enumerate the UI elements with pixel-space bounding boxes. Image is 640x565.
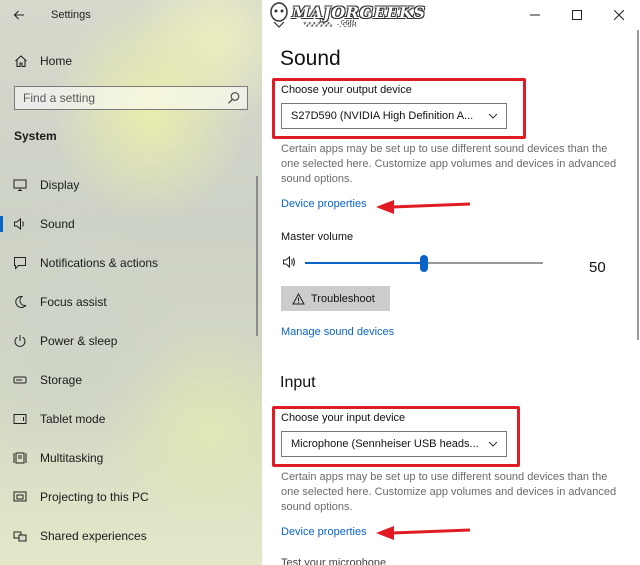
master-volume-label: Master volume: [281, 231, 354, 243]
test-microphone-label: Test your microphone: [281, 557, 387, 565]
red-arrow-icon: [376, 526, 471, 540]
page-title: Sound: [280, 47, 341, 70]
sidebar-item-projecting[interactable]: Projecting to this PC: [0, 477, 262, 516]
sidebar-item-label: Focus assist: [40, 294, 107, 309]
sidebar-item-label: Home: [40, 54, 73, 68]
sidebar-nav: Display Sound Notifications & actions Fo…: [0, 165, 262, 555]
sidebar-item-storage[interactable]: Storage: [0, 360, 262, 399]
title-bar: Settings: [0, 0, 262, 30]
multitasking-icon: [13, 451, 27, 465]
output-description: Certain apps may be set up to use differ…: [281, 143, 617, 185]
speaker-icon: [13, 217, 27, 231]
input-description: Certain apps may be set up to use differ…: [281, 471, 617, 513]
projecting-icon: [13, 490, 27, 504]
sidebar-item-shared-experiences[interactable]: Shared experiences: [0, 516, 262, 555]
highlight-box: [272, 78, 526, 139]
sidebar-item-label: Notifications & actions: [40, 255, 159, 270]
sidebar-scrollbar[interactable]: [256, 176, 258, 336]
search-icon[interactable]: [227, 91, 241, 105]
sidebar-item-home[interactable]: Home: [0, 48, 262, 74]
sidebar-item-label: Multitasking: [40, 450, 104, 465]
shared-icon: [13, 529, 27, 543]
input-section-title: Input: [280, 374, 316, 391]
majorgeeks-logo-icon: [270, 2, 288, 28]
warning-icon: [292, 292, 305, 304]
sidebar-item-label: Tablet mode: [40, 411, 106, 426]
section-heading: System: [14, 129, 57, 143]
settings-sidebar: Settings Home System Display Sound Notif…: [0, 0, 262, 565]
close-button[interactable]: [598, 0, 640, 30]
watermark-subtext: ★★★★★★ .COM: [304, 20, 356, 28]
sidebar-item-sound[interactable]: Sound: [0, 204, 262, 243]
input-device-properties-link[interactable]: Device properties: [281, 526, 367, 538]
sidebar-item-label: Sound: [40, 216, 75, 231]
notification-icon: [13, 256, 27, 270]
red-arrow-icon: [376, 200, 471, 214]
storage-icon: [13, 373, 27, 387]
page-scrollbar[interactable]: [637, 30, 639, 340]
sidebar-item-focus-assist[interactable]: Focus assist: [0, 282, 262, 321]
troubleshoot-label: Troubleshoot: [311, 292, 375, 305]
sound-settings-page: MAJORGEEKS ★★★★★★ .COM Sound Choose your…: [262, 0, 640, 565]
power-icon: [13, 334, 27, 348]
sidebar-item-multitasking[interactable]: Multitasking: [0, 438, 262, 477]
back-button[interactable]: [0, 0, 38, 30]
window-controls: [514, 0, 640, 30]
home-icon: [15, 55, 27, 68]
tablet-icon: [13, 412, 27, 426]
sidebar-item-notifications[interactable]: Notifications & actions: [0, 243, 262, 282]
sidebar-item-label: Projecting to this PC: [40, 489, 149, 504]
sidebar-item-label: Storage: [40, 372, 83, 387]
master-volume-slider[interactable]: [305, 255, 545, 272]
app-title: Settings: [51, 9, 91, 21]
majorgeeks-watermark: MAJORGEEKS ★★★★★★ .COM: [264, 0, 425, 32]
manage-sound-devices-link[interactable]: Manage sound devices: [281, 326, 394, 338]
sidebar-item-power-sleep[interactable]: Power & sleep: [0, 321, 262, 360]
sidebar-item-label: Shared experiences: [40, 528, 147, 543]
output-device-properties-link[interactable]: Device properties: [281, 198, 367, 210]
monitor-icon: [13, 178, 27, 192]
speaker-volume-icon[interactable]: [282, 255, 296, 269]
troubleshoot-button[interactable]: Troubleshoot: [281, 286, 390, 311]
slider-fill: [305, 262, 424, 264]
maximize-icon: [572, 10, 582, 20]
close-icon: [614, 10, 624, 20]
master-volume-value: 50: [589, 259, 606, 276]
slider-thumb[interactable]: [420, 255, 428, 272]
minimize-icon: [530, 14, 540, 16]
search-box[interactable]: [14, 86, 248, 110]
moon-icon: [13, 295, 27, 309]
highlight-box: [272, 406, 520, 467]
sidebar-item-label: Power & sleep: [40, 333, 118, 348]
search-input[interactable]: [23, 91, 223, 105]
back-arrow-icon: [13, 10, 24, 20]
minimize-button[interactable]: [514, 0, 556, 30]
sidebar-item-label: Display: [40, 177, 80, 192]
sidebar-item-display[interactable]: Display: [0, 165, 262, 204]
maximize-button[interactable]: [556, 0, 598, 30]
sidebar-item-tablet-mode[interactable]: Tablet mode: [0, 399, 262, 438]
